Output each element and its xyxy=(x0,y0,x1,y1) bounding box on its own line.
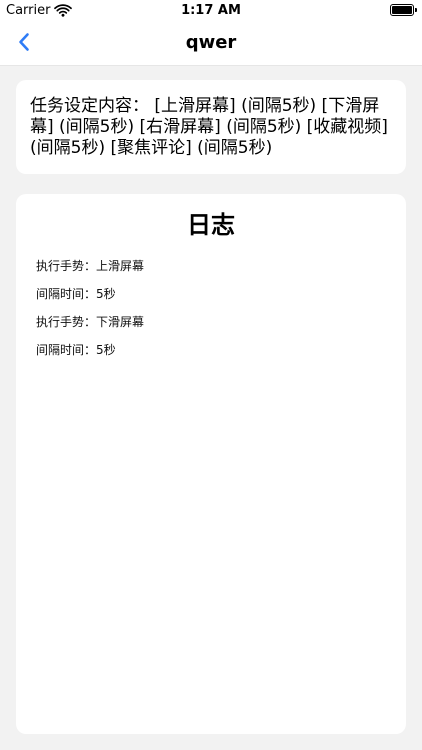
navigation-bar: qwer xyxy=(0,22,422,66)
task-settings-card: 任务设定内容： [上滑屏幕] (间隔5秒) [下滑屏幕] (间隔5秒) [右滑屏… xyxy=(16,80,406,174)
log-title: 日志 xyxy=(187,211,235,239)
log-line: 执行手势：上滑屏幕 xyxy=(36,259,145,273)
top-bar: Carrier 1:17 AM qwer xyxy=(0,0,422,66)
battery-fill xyxy=(392,6,412,14)
status-bar: Carrier 1:17 AM xyxy=(0,0,422,22)
task-settings-text: 任务设定内容： [上滑屏幕] (间隔5秒) [下滑屏幕] (间隔5秒) [右滑屏… xyxy=(30,96,388,158)
log-line: 间隔时间：5秒 xyxy=(36,287,116,301)
log-card: 日志 执行手势：上滑屏幕 间隔时间：5秒 执行手势：下滑屏幕 间隔时间：5秒 xyxy=(16,194,406,734)
log-line: 间隔时间：5秒 xyxy=(36,343,116,357)
log-lines: 执行手势：上滑屏幕 间隔时间：5秒 执行手势：下滑屏幕 间隔时间：5秒 xyxy=(36,258,386,359)
page-title: qwer xyxy=(185,32,237,53)
log-line: 执行手势：下滑屏幕 xyxy=(36,315,145,329)
status-time: 1:17 AM xyxy=(181,3,241,18)
battery-icon xyxy=(390,4,417,16)
